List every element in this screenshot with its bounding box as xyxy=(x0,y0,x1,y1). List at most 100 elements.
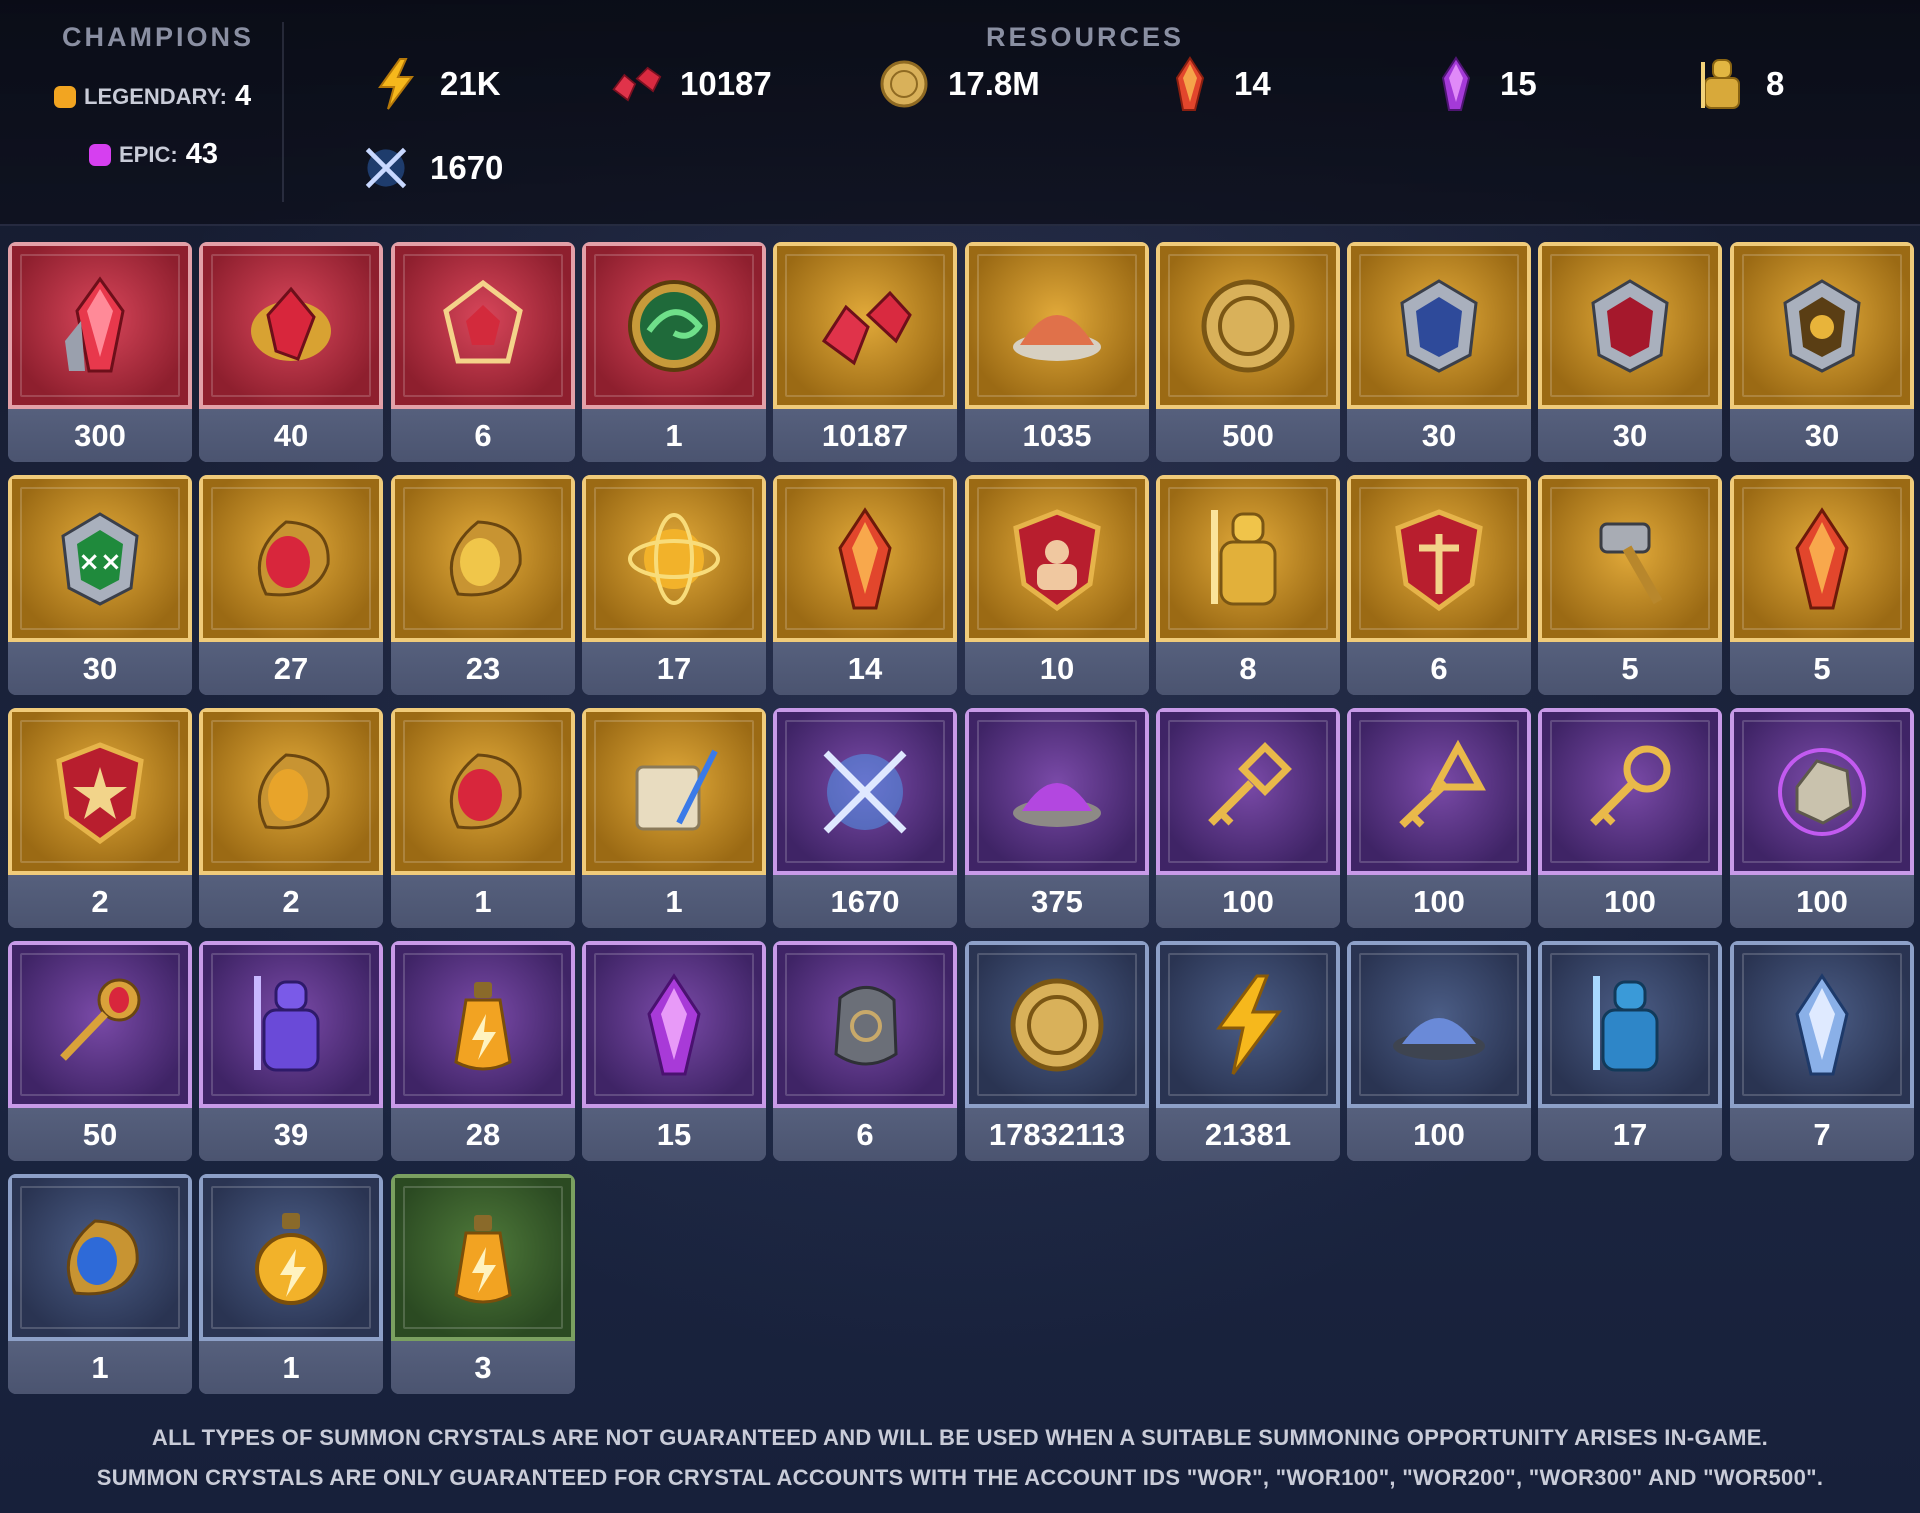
tile-art xyxy=(773,242,957,409)
tile-art xyxy=(582,242,766,409)
inventory-tile[interactable]: ×× 30 xyxy=(8,475,192,695)
inventory-tile[interactable]: 10187 xyxy=(773,242,957,462)
tile-art xyxy=(1538,475,1722,642)
inventory-tile[interactable]: 17832113 xyxy=(965,941,1149,1161)
rubies-icon xyxy=(810,271,920,381)
inventory-tile[interactable]: 8 xyxy=(1156,475,1340,695)
inventory-tile[interactable]: 3 xyxy=(391,1174,575,1394)
inventory-tile[interactable]: 6 xyxy=(391,242,575,462)
tile-art xyxy=(1538,242,1722,409)
gold-coin-icon xyxy=(1002,970,1112,1080)
epic-count-row: EPIC: 43 xyxy=(89,138,218,171)
inventory-tile[interactable]: 50 xyxy=(8,941,192,1161)
gold-coin-icon xyxy=(1193,271,1303,381)
inventory-tile[interactable]: 30 xyxy=(1538,242,1722,462)
tile-art xyxy=(391,1174,575,1341)
inventory-tile[interactable]: 500 xyxy=(1156,242,1340,462)
inventory-tile[interactable]: 2 xyxy=(199,708,383,928)
tile-count: 8 xyxy=(1156,642,1340,695)
resource-arena-token: 1670 xyxy=(360,138,503,198)
inventory-tile[interactable]: 100 xyxy=(1347,941,1531,1161)
ring-key-icon xyxy=(1575,737,1685,847)
inventory-tile[interactable]: 5 xyxy=(1730,475,1914,695)
sapphire-amulet-icon xyxy=(45,1203,155,1313)
tile-count: 1 xyxy=(8,1341,192,1394)
inventory-tile[interactable]: 21381 xyxy=(1156,941,1340,1161)
tile-art xyxy=(1347,242,1531,409)
account-summary-header: CHAMPIONS LEGENDARY: 4 EPIC: 43 RESOURCE… xyxy=(0,0,1920,226)
tile-art xyxy=(1730,242,1914,409)
inventory-tile[interactable]: 6 xyxy=(773,941,957,1161)
tile-art xyxy=(1156,941,1340,1108)
tile-count: 5 xyxy=(1538,642,1722,695)
tile-art xyxy=(1730,941,1914,1108)
tile-art xyxy=(965,941,1149,1108)
resources-title: RESOURCES xyxy=(985,22,1185,52)
blue-knight-icon xyxy=(1575,970,1685,1080)
inventory-tile[interactable]: 1035 xyxy=(965,242,1149,462)
inventory-tile[interactable]: 7 xyxy=(1730,941,1914,1161)
gold-coin-icon xyxy=(878,58,930,110)
inventory-tile[interactable]: 1 xyxy=(391,708,575,928)
silver-ore-icon xyxy=(1767,737,1877,847)
tile-art xyxy=(582,475,766,642)
tile-count: 40 xyxy=(199,409,383,462)
tile-count: 30 xyxy=(1730,409,1914,462)
inventory-tile[interactable]: 27 xyxy=(199,475,383,695)
inventory-tile[interactable]: 28 xyxy=(391,941,575,1161)
ruby-amulet-icon xyxy=(236,504,346,614)
inventory-tile[interactable]: 100 xyxy=(1730,708,1914,928)
inventory-tile[interactable]: 23 xyxy=(391,475,575,695)
tile-art xyxy=(1156,708,1340,875)
tile-count: 100 xyxy=(1347,1108,1531,1161)
energy-potion-icon xyxy=(428,1203,538,1313)
inventory-tile[interactable]: 1670 xyxy=(773,708,957,928)
inventory-tile[interactable]: 40 xyxy=(199,242,383,462)
tile-art xyxy=(1347,475,1531,642)
inventory-tile[interactable]: 1 xyxy=(582,708,766,928)
inventory-tile[interactable]: 14 xyxy=(773,475,957,695)
blue-crystal-icon xyxy=(1767,970,1877,1080)
red-shard-shield-icon xyxy=(1575,271,1685,381)
tile-art xyxy=(8,708,192,875)
inventory-tile[interactable]: 100 xyxy=(1538,708,1722,928)
inventory-tile[interactable]: 100 xyxy=(1347,708,1531,928)
inventory-tile[interactable]: 6 xyxy=(1347,475,1531,695)
inventory-tile[interactable]: 30 xyxy=(1730,242,1914,462)
inventory-tile[interactable]: 1 xyxy=(199,1174,383,1394)
inventory-tile[interactable]: 100 xyxy=(1156,708,1340,928)
tile-art xyxy=(1156,242,1340,409)
inventory-tile[interactable]: 30 xyxy=(1347,242,1531,462)
inventory-tile[interactable]: 1 xyxy=(8,1174,192,1394)
fire-crystal-icon xyxy=(1767,504,1877,614)
inventory-tile[interactable]: 17 xyxy=(582,475,766,695)
tile-count: 1670 xyxy=(773,875,957,928)
ruby-key-icon xyxy=(45,970,155,1080)
inventory-tile[interactable]: 17 xyxy=(1538,941,1722,1161)
rune-stone-icon xyxy=(810,970,920,1080)
tile-count: 10187 xyxy=(773,409,957,462)
fire-crystal-icon xyxy=(810,504,920,614)
golden-orb-icon xyxy=(619,504,729,614)
energy-flask-icon xyxy=(236,1203,346,1313)
tile-art xyxy=(391,708,575,875)
inventory-tile[interactable]: 5 xyxy=(1538,475,1722,695)
inventory-tile[interactable]: 375 xyxy=(965,708,1149,928)
inventory-tile[interactable]: 39 xyxy=(199,941,383,1161)
tile-art: ×× xyxy=(8,475,192,642)
tile-count: 2 xyxy=(199,875,383,928)
inventory-tile[interactable]: 10 xyxy=(965,475,1149,695)
rubies-icon xyxy=(610,58,662,110)
golden-knight-icon xyxy=(1193,504,1303,614)
inventory-tile[interactable]: 2 xyxy=(8,708,192,928)
inventory-tile[interactable]: 1 xyxy=(582,242,766,462)
arena-token-icon xyxy=(360,142,412,194)
tile-count: 1 xyxy=(199,1341,383,1394)
strength-crest-icon xyxy=(1002,504,1112,614)
inventory-tile[interactable]: 300 xyxy=(8,242,192,462)
svg-text:××: ×× xyxy=(78,547,122,577)
inventory-tile[interactable]: 15 xyxy=(582,941,766,1161)
energy-icon xyxy=(370,58,422,110)
tile-count: 1 xyxy=(582,409,766,462)
tile-art xyxy=(1730,475,1914,642)
